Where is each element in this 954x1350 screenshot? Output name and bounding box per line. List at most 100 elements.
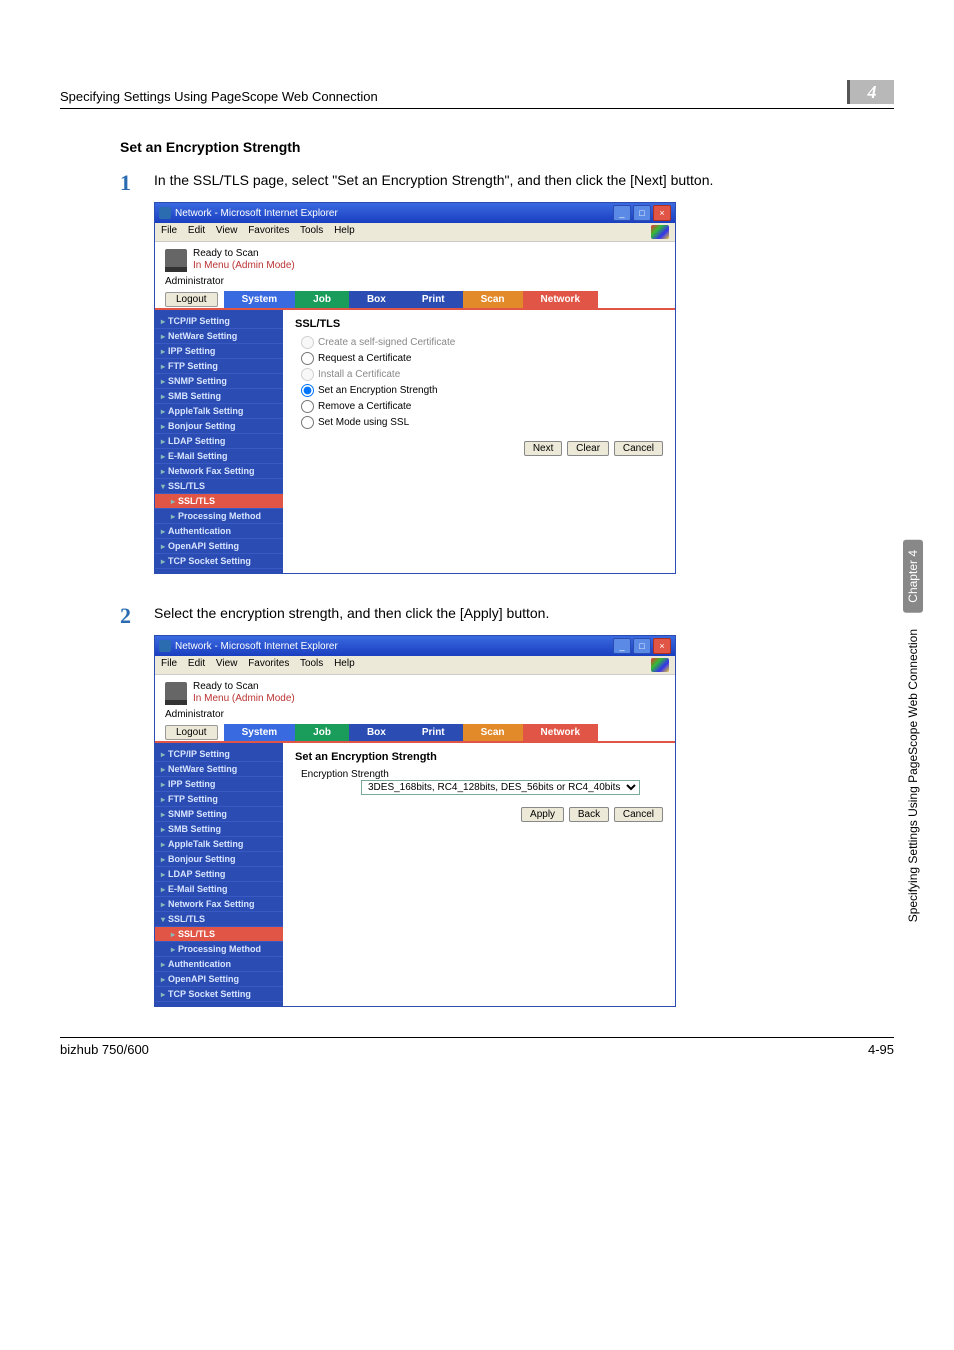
ssl-option-radio[interactable] <box>301 416 314 429</box>
menu-favorites[interactable]: Favorites <box>248 225 289 236</box>
step-number-1: 1 <box>120 171 154 194</box>
menu-edit[interactable]: Edit <box>188 225 205 236</box>
sidenav-item[interactable]: TCP Socket Setting <box>155 987 283 1002</box>
footer-model: bizhub 750/600 <box>60 1042 149 1057</box>
window-title: Network - Microsoft Internet Explorer <box>175 208 338 219</box>
tab-network[interactable]: Network <box>523 724 598 741</box>
menu-help[interactable]: Help <box>334 658 355 669</box>
sidenav-item[interactable]: SSL/TLS <box>155 927 283 942</box>
next-button[interactable]: Next <box>524 441 563 456</box>
minimize-button[interactable]: _ <box>613 205 631 221</box>
header-title: Specifying Settings Using PageScope Web … <box>60 89 378 104</box>
tab-box[interactable]: Box <box>349 291 404 308</box>
sidenav-item[interactable]: LDAP Setting <box>155 867 283 882</box>
sidenav-item[interactable]: TCP/IP Setting <box>155 314 283 329</box>
logout-button[interactable]: Logout <box>165 725 218 740</box>
clear-button[interactable]: Clear <box>567 441 609 456</box>
tab-job[interactable]: Job <box>295 724 349 741</box>
panel-title: SSL/TLS <box>295 318 663 330</box>
sidenav-item[interactable]: Network Fax Setting <box>155 897 283 912</box>
sidenav-item[interactable]: Processing Method <box>155 942 283 957</box>
window-titlebar: Network - Microsoft Internet Explorer _ … <box>155 636 675 656</box>
ssl-option-radio[interactable] <box>301 400 314 413</box>
menu-file[interactable]: File <box>161 225 177 236</box>
menu-help[interactable]: Help <box>334 225 355 236</box>
tab-job[interactable]: Job <box>295 291 349 308</box>
sidenav-item[interactable]: IPP Setting <box>155 777 283 792</box>
sidenav-item[interactable]: Authentication <box>155 524 283 539</box>
tab-scan[interactable]: Scan <box>463 291 523 308</box>
sidenav-item[interactable]: FTP Setting <box>155 359 283 374</box>
encryption-strength-label: Encryption Strength <box>301 769 389 780</box>
menu-edit[interactable]: Edit <box>188 658 205 669</box>
sidenav-item[interactable]: IPP Setting <box>155 344 283 359</box>
menu-tools[interactable]: Tools <box>300 658 323 669</box>
sidenav-item[interactable]: E-Mail Setting <box>155 449 283 464</box>
tab-network[interactable]: Network <box>523 291 598 308</box>
administrator-label: Administrator <box>155 274 675 291</box>
sidenav-item[interactable]: SSL/TLS <box>155 479 283 494</box>
sidenav-item[interactable]: Processing Method <box>155 509 283 524</box>
ssl-option-label: Remove a Certificate <box>318 401 411 412</box>
sidenav-item[interactable]: NetWare Setting <box>155 762 283 777</box>
ssl-option-radio[interactable] <box>301 384 314 397</box>
ssl-option-radio <box>301 368 314 381</box>
screenshot-1: Network - Microsoft Internet Explorer _ … <box>154 202 676 574</box>
minimize-button[interactable]: _ <box>613 638 631 654</box>
administrator-label: Administrator <box>155 707 675 724</box>
sidenav-item[interactable]: AppleTalk Setting <box>155 404 283 419</box>
ie-icon <box>159 640 171 652</box>
ssl-option-radio <box>301 336 314 349</box>
tab-system[interactable]: System <box>224 291 296 308</box>
sidenav-item[interactable]: SNMP Setting <box>155 807 283 822</box>
sidenav-item[interactable]: OpenAPI Setting <box>155 539 283 554</box>
back-button[interactable]: Back <box>569 807 609 822</box>
sidenav-item[interactable]: FTP Setting <box>155 792 283 807</box>
window-titlebar: Network - Microsoft Internet Explorer _ … <box>155 203 675 223</box>
close-button[interactable]: × <box>653 638 671 654</box>
subheading: Set an Encryption Strength <box>120 139 894 155</box>
ssl-option-label: Set Mode using SSL <box>318 417 409 428</box>
tab-box[interactable]: Box <box>349 724 404 741</box>
sidenav-item[interactable]: Authentication <box>155 957 283 972</box>
sidenav-item[interactable]: SMB Setting <box>155 822 283 837</box>
sidenav-item[interactable]: TCP/IP Setting <box>155 747 283 762</box>
sidenav-item[interactable]: TCP Socket Setting <box>155 554 283 569</box>
apply-button[interactable]: Apply <box>521 807 564 822</box>
cancel-button[interactable]: Cancel <box>614 807 663 822</box>
cancel-button[interactable]: Cancel <box>614 441 663 456</box>
menubar: File Edit View Favorites Tools Help <box>155 656 675 675</box>
sidenav-item[interactable]: NetWare Setting <box>155 329 283 344</box>
sidenav-item[interactable]: SMB Setting <box>155 389 283 404</box>
sidenav-item[interactable]: LDAP Setting <box>155 434 283 449</box>
status-admin-mode: In Menu (Admin Mode) <box>193 693 295 705</box>
tab-print[interactable]: Print <box>404 724 463 741</box>
ssl-option-radio[interactable] <box>301 352 314 365</box>
tab-print[interactable]: Print <box>404 291 463 308</box>
sidenav-item[interactable]: SSL/TLS <box>155 912 283 927</box>
sidenav-item[interactable]: Bonjour Setting <box>155 852 283 867</box>
step-number-2: 2 <box>120 604 154 627</box>
sidenav-item[interactable]: Bonjour Setting <box>155 419 283 434</box>
side-chapter-tab: Chapter 4 <box>903 540 923 613</box>
menu-file[interactable]: File <box>161 658 177 669</box>
menu-view[interactable]: View <box>216 658 238 669</box>
sidenav-item[interactable]: SSL/TLS <box>155 494 283 509</box>
sidenav-item[interactable]: E-Mail Setting <box>155 882 283 897</box>
encryption-strength-select[interactable]: 3DES_168bits, RC4_128bits, DES_56bits or… <box>361 780 640 795</box>
menu-tools[interactable]: Tools <box>300 225 323 236</box>
sidenav-item[interactable]: SNMP Setting <box>155 374 283 389</box>
menu-view[interactable]: View <box>216 225 238 236</box>
close-button[interactable]: × <box>653 205 671 221</box>
menubar: File Edit View Favorites Tools Help <box>155 223 675 242</box>
sidenav-item[interactable]: Network Fax Setting <box>155 464 283 479</box>
maximize-button[interactable]: □ <box>633 205 651 221</box>
sidenav-item[interactable]: AppleTalk Setting <box>155 837 283 852</box>
tab-scan[interactable]: Scan <box>463 724 523 741</box>
printer-icon <box>165 682 187 705</box>
logout-button[interactable]: Logout <box>165 292 218 307</box>
maximize-button[interactable]: □ <box>633 638 651 654</box>
tab-system[interactable]: System <box>224 724 296 741</box>
sidenav-item[interactable]: OpenAPI Setting <box>155 972 283 987</box>
menu-favorites[interactable]: Favorites <box>248 658 289 669</box>
